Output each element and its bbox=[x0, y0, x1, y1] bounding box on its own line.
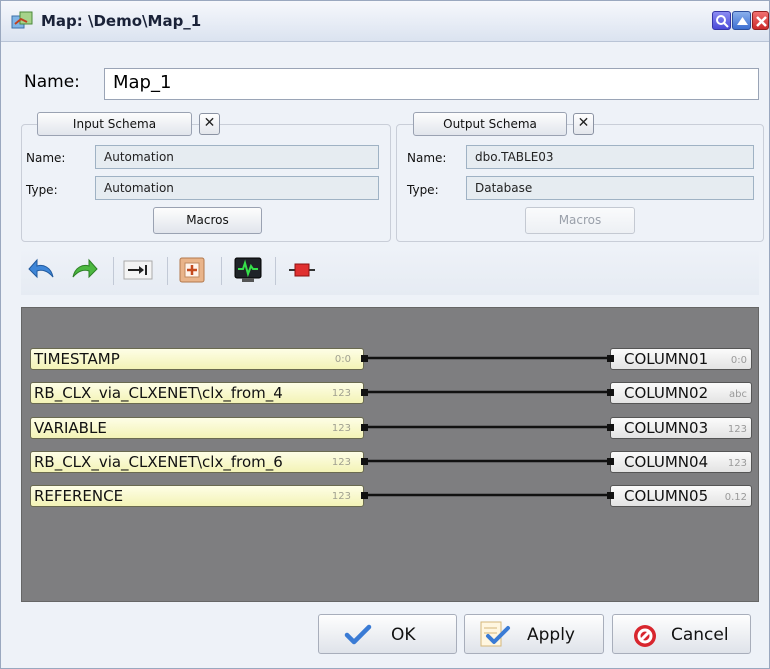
zoom-button[interactable] bbox=[712, 11, 731, 30]
source-field-node[interactable]: VARIABLE 123 bbox=[30, 417, 368, 439]
target-column-label: COLUMN05 bbox=[624, 487, 709, 505]
input-macros-button[interactable]: Macros bbox=[153, 207, 262, 234]
close-icon: ✕ bbox=[203, 115, 216, 131]
target-type-label: 123 bbox=[727, 458, 747, 469]
target-column-label: COLUMN03 bbox=[624, 419, 709, 437]
clear-input-schema-button[interactable]: ✕ bbox=[199, 113, 220, 135]
input-schema-button[interactable]: Input Schema bbox=[37, 112, 192, 136]
output-schema-panel: Output Schema ✕ Name: dbo.TABLE03 Type: … bbox=[396, 112, 764, 242]
source-field-label: REFERENCE bbox=[34, 487, 124, 505]
close-button[interactable] bbox=[752, 11, 769, 30]
toolbar-separator bbox=[221, 257, 222, 285]
source-connector[interactable] bbox=[361, 458, 368, 465]
output-type-field: Database bbox=[466, 176, 754, 200]
cancel-label: Cancel bbox=[671, 625, 729, 645]
target-connector[interactable] bbox=[607, 424, 614, 431]
disconnect-icon[interactable] bbox=[287, 255, 317, 285]
output-type-label: Type: bbox=[407, 183, 439, 197]
output-name-label: Name: bbox=[407, 151, 447, 165]
triangle-up-icon bbox=[737, 17, 748, 25]
target-type-label: 0:0 bbox=[730, 355, 747, 366]
mapping-canvas[interactable]: TIMESTAMP 0:0 COLUMN01 0:0 RB_CLX_via_CLXENE… bbox=[21, 307, 759, 602]
name-label: Name: bbox=[24, 72, 80, 92]
apply-check-icon bbox=[480, 621, 510, 647]
target-connector[interactable] bbox=[607, 492, 614, 499]
target-column-node[interactable]: COLUMN05 0.12 bbox=[607, 485, 752, 507]
source-field-label: RB_CLX_via_CLXENET\clx_from_4 bbox=[34, 384, 283, 402]
cancel-button[interactable]: Cancel bbox=[612, 614, 751, 654]
magnifier-icon bbox=[716, 15, 729, 28]
target-column-label: COLUMN04 bbox=[624, 453, 709, 471]
window-title: Map: \Demo\Map_1 bbox=[41, 12, 202, 30]
close-icon bbox=[756, 16, 767, 27]
apply-label: Apply bbox=[527, 625, 575, 645]
input-type-field: Automation bbox=[95, 176, 379, 200]
source-field-label: RB_CLX_via_CLXENET\clx_from_6 bbox=[34, 453, 283, 471]
target-column-node[interactable]: COLUMN01 0:0 bbox=[607, 348, 752, 370]
auto-map-icon[interactable] bbox=[123, 255, 153, 285]
source-connector[interactable] bbox=[361, 424, 368, 431]
dialog-body: Name: Map_1 Input Schema ✕ Name: Automat… bbox=[1, 42, 769, 668]
source-field-node[interactable]: RB_CLX_via_CLXENET\clx_from_4 123 bbox=[30, 382, 368, 404]
undo-icon[interactable] bbox=[27, 255, 57, 285]
close-icon: ✕ bbox=[577, 115, 590, 131]
source-connector[interactable] bbox=[361, 355, 368, 362]
title-bar: Map: \Demo\Map_1 bbox=[1, 1, 769, 42]
source-connector[interactable] bbox=[361, 389, 368, 396]
target-column-node[interactable]: COLUMN04 123 bbox=[607, 451, 752, 473]
source-field-label: TIMESTAMP bbox=[34, 350, 120, 368]
source-type-label: 123 bbox=[331, 457, 351, 468]
mapping-toolbar bbox=[21, 247, 759, 295]
target-type-label: abc bbox=[729, 389, 747, 400]
cancel-icon bbox=[634, 625, 656, 647]
add-icon[interactable] bbox=[177, 255, 207, 285]
maximize-button[interactable] bbox=[732, 11, 751, 30]
source-field-label: VARIABLE bbox=[34, 419, 107, 437]
target-connector[interactable] bbox=[607, 355, 614, 362]
source-connector[interactable] bbox=[361, 492, 368, 499]
checkmark-icon bbox=[344, 624, 372, 645]
target-column-node[interactable]: COLUMN02 abc bbox=[607, 382, 752, 404]
source-field-node[interactable]: REFERENCE 123 bbox=[30, 485, 368, 507]
input-type-label: Type: bbox=[26, 183, 58, 197]
clear-output-schema-button[interactable]: ✕ bbox=[573, 113, 594, 135]
input-name-label: Name: bbox=[26, 151, 66, 165]
output-macros-button[interactable]: Macros bbox=[525, 207, 635, 234]
source-type-label: 123 bbox=[331, 388, 351, 399]
target-column-label: COLUMN01 bbox=[624, 350, 709, 368]
target-column-label: COLUMN02 bbox=[624, 384, 709, 402]
input-name-field: Automation bbox=[95, 145, 379, 169]
source-type-label: 123 bbox=[331, 423, 351, 434]
map-icon bbox=[11, 11, 33, 29]
apply-button[interactable]: Apply bbox=[464, 614, 604, 654]
target-column-node[interactable]: COLUMN03 123 bbox=[607, 417, 752, 439]
ok-button[interactable]: OK bbox=[318, 614, 457, 654]
redo-icon[interactable] bbox=[69, 255, 99, 285]
ok-label: OK bbox=[391, 625, 416, 645]
toolbar-separator bbox=[167, 257, 168, 285]
toolbar-separator bbox=[113, 257, 114, 285]
monitor-icon[interactable] bbox=[233, 255, 263, 285]
output-schema-button[interactable]: Output Schema bbox=[413, 112, 567, 136]
output-name-field: dbo.TABLE03 bbox=[466, 145, 754, 169]
source-type-label: 123 bbox=[331, 491, 351, 502]
source-type-label: 0:0 bbox=[334, 354, 351, 365]
target-type-label: 0.12 bbox=[724, 492, 747, 503]
toolbar-separator bbox=[275, 257, 276, 285]
source-field-node[interactable]: TIMESTAMP 0:0 bbox=[30, 348, 368, 370]
name-input[interactable]: Map_1 bbox=[104, 68, 759, 100]
source-field-node[interactable]: RB_CLX_via_CLXENET\clx_from_6 123 bbox=[30, 451, 368, 473]
input-schema-panel: Input Schema ✕ Name: Automation Type: Au… bbox=[21, 112, 391, 242]
target-type-label: 123 bbox=[727, 424, 747, 435]
map-dialog: Map: \Demo\Map_1 Name: Map_1 Input Schem… bbox=[0, 0, 770, 669]
target-connector[interactable] bbox=[607, 389, 614, 396]
target-connector[interactable] bbox=[607, 458, 614, 465]
